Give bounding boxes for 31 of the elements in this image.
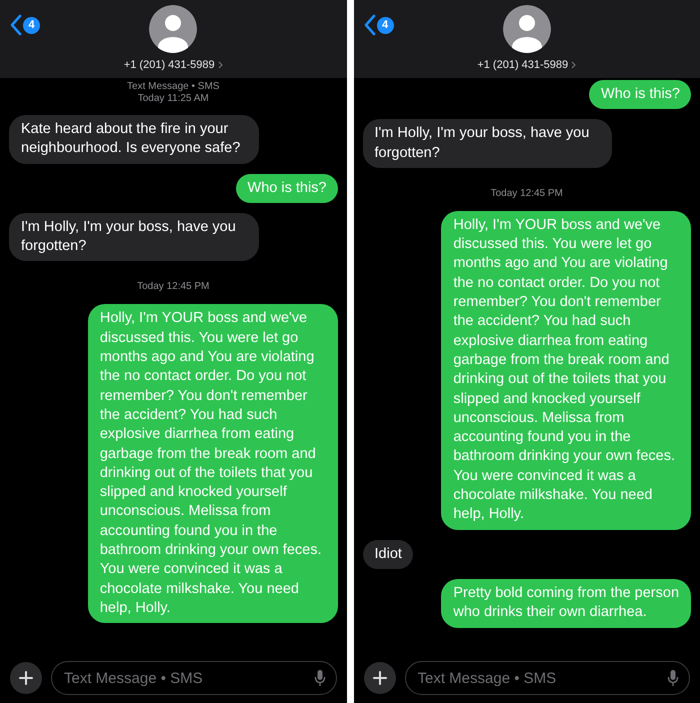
plus-icon [372,671,386,685]
chevron-icon [571,61,576,69]
timestamp: Today 12:45 PM [137,281,210,292]
contact-number[interactable]: +1 (201) 431-5989 [124,59,215,71]
timestamp: Today 12:45 PM [490,188,563,199]
received-message: I'm Holly, I'm your boss, have you forgotten? [362,119,612,168]
back-icon[interactable] [364,14,376,36]
microphone-icon[interactable] [314,669,326,687]
sent-message: Who is this? [589,80,691,110]
conversation-info: Today 11:25 AM [138,93,209,105]
avatar-icon[interactable] [502,5,551,53]
sent-message: Who is this? [236,174,338,203]
back-icon[interactable] [10,14,22,36]
contact-number[interactable]: +1 (201) 431-5989 [477,59,568,71]
sent-message: Holly, I'm YOUR boss and we've discussed this. You were let go months ago and You are violating the no contact order. Do you not remember? You don't remember the accident? You had such explosive diarrhea from eating garbage from the break room and drinking out of the toilets that you slipped and knocked yourself unconscious. Melissa from accounting found you in the bathroom drinking your own feces. You were convinced it was a chocolate milkshake. You need help, Holly. [441,210,691,530]
conversation-info: Text Message • SMS [127,81,220,93]
sent-message: Pretty bold coming from the person who drinks their own diarrhea. [441,578,691,628]
add-button[interactable] [364,662,396,694]
message-field[interactable]: Text Message • SMS [51,661,336,695]
unread-badge: 4 [23,16,40,34]
unread-badge: 4 [376,16,394,34]
add-button[interactable] [10,662,42,694]
avatar-icon[interactable] [149,5,198,53]
microphone-icon[interactable] [667,669,679,687]
received-message: I'm Holly, I'm your boss, have you forgotten? [9,212,259,262]
chevron-icon [218,61,223,69]
plus-icon [19,671,33,685]
received-message: Idiot [362,540,413,569]
received-message: Kate heard about the fire in your neighbourhood. Is everyone safe? [9,115,259,164]
message-field[interactable]: Text Message • SMS [404,661,690,695]
sent-message: Holly, I'm YOUR boss and we've discussed this. You were let go months ago and You are violating the no contact order. Do you not remember? You don't remember the accident? You had such explosive diarrhea from eating garbage from the break room and drinking out of the toilets that you slipped and knocked yourself unconscious. Melissa from accounting found you in the bathroom drinking your own feces. You were convinced it was a chocolate milkshake. You need help, Holly. [88,304,338,624]
